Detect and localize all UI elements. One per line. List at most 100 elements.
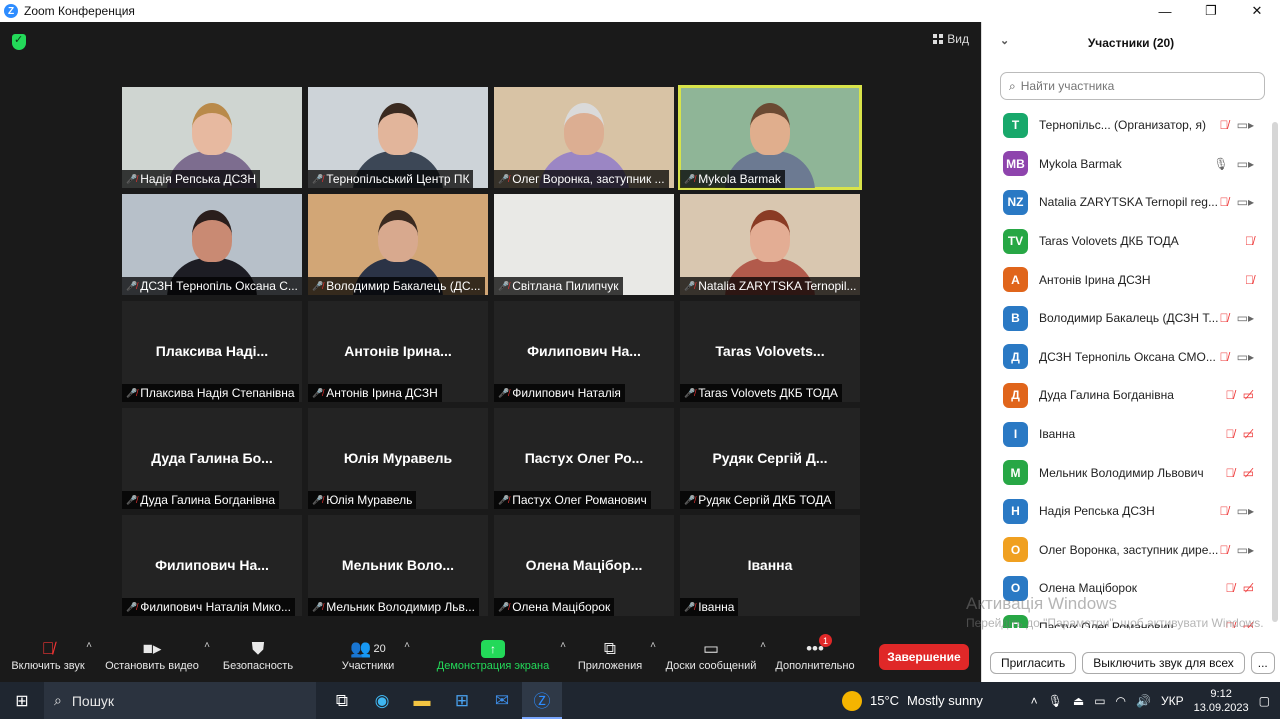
stop-video-button[interactable]: ■▸ Остановить видео ˄ (96, 632, 210, 682)
video-tile[interactable]: Іванна 🎤̸ Іванна (680, 515, 860, 616)
participant-name: Дуда Галина Богданівна (1039, 388, 1174, 403)
windows-start-icon[interactable]: ⊞ (0, 682, 44, 719)
weather-widget[interactable]: 15°C Mostly sunny (842, 682, 983, 719)
tile-name-text: Филипович Наталія Мико... (140, 600, 291, 614)
minimize-icon[interactable]: — (1142, 0, 1188, 22)
tray-chevron-icon[interactable]: ˄ (1031, 694, 1038, 708)
file-explorer-icon[interactable]: ▬ (402, 682, 442, 719)
participant-status-icons: 🎙̸ ▭▸ (1220, 195, 1254, 209)
participant-row[interactable]: T Тернопільс... (Организатор, я) 🎙̸ ▭▸ (982, 106, 1272, 145)
task-view-icon[interactable]: ⧉ (322, 682, 362, 719)
participant-search[interactable]: ⌕ (1000, 72, 1265, 100)
more-button[interactable]: ••• 1 Дополнительно (760, 632, 870, 682)
participants-count: 20 (373, 643, 386, 655)
tile-center-name: Филипович На... (527, 343, 641, 359)
video-tile[interactable]: Пастух Олег Ро... 🎤̸ Пастух Олег Романович (494, 408, 674, 509)
mail-icon[interactable]: ✉ (482, 682, 522, 719)
video-tile[interactable]: 🎤̸ Олег Воронка, заступник ... (494, 87, 674, 188)
taskbar-search[interactable]: ⌕ Пошук (44, 682, 316, 719)
video-tile[interactable]: 🎤̸ Natalia ZARYTSKA Ternopil... (680, 194, 860, 295)
mic-tray-icon[interactable]: 🎙 (1048, 694, 1063, 708)
usb-icon[interactable]: ⏏ (1073, 694, 1084, 708)
notifications-icon[interactable]: ▢ (1259, 694, 1270, 708)
video-tile[interactable]: 🎤̸ Надія Репська ДСЗН (122, 87, 302, 188)
video-tile[interactable]: Дуда Галина Бо... 🎤̸ Дуда Галина Богданівн… (122, 408, 302, 509)
maximize-icon[interactable]: ❐ (1188, 0, 1234, 22)
audio-options-chevron-icon[interactable]: ˄ (86, 640, 92, 651)
participant-row[interactable]: B Володимир Бакалець (ДСЗН Т... 🎙̸ ▭▸ (982, 299, 1272, 338)
participants-options-chevron-icon[interactable]: ˄ (404, 640, 410, 651)
close-icon[interactable]: ✕ (1234, 0, 1280, 22)
edge-browser-icon[interactable]: ◉ (362, 682, 402, 719)
tile-name-label: 🎤̸ Юлія Муравель (308, 491, 417, 509)
invite-button[interactable]: Пригласить (990, 652, 1077, 674)
view-button[interactable]: Вид (933, 32, 969, 46)
muted-microphone-icon: 🎤̸ (126, 601, 138, 612)
participant-row[interactable]: MB Mykola Barmak 🎙 ▭▸ (982, 145, 1272, 184)
video-tile[interactable]: Taras Volovets... 🎤̸ Taras Volovets ДКБ ТО… (680, 301, 860, 402)
security-button[interactable]: ⛊ Безопасность (208, 632, 308, 682)
clock-time: 9:12 (1210, 687, 1232, 700)
video-tile[interactable]: Мельник Воло... 🎤̸ Мельник Володимир Льв..… (308, 515, 488, 616)
video-tile[interactable]: Рудяк Сергій Д... 🎤̸ Рудяк Сергій ДКБ ТОДА (680, 408, 860, 509)
microphone-muted-icon: 🎙̸ (1225, 427, 1235, 442)
video-tile[interactable]: 🎤̸ Володимир Бакалець (ДС... (308, 194, 488, 295)
video-tile[interactable]: Антонів Ірина... 🎤̸ Антонів Ірина ДСЗН (308, 301, 488, 402)
mute-all-button[interactable]: Выключить звук для всех (1082, 652, 1245, 674)
share-screen-button[interactable]: ↑ Демонстрация экрана ˄ (428, 632, 566, 682)
muted-microphone-icon: 🎤̸ (684, 280, 696, 291)
end-meeting-button[interactable]: Завершение (879, 644, 969, 670)
participant-row[interactable]: О Олег Воронка, заступник дире... 🎙̸ ▭▸ (982, 531, 1272, 570)
collapse-chevron-icon[interactable]: ⌄ (1000, 34, 1009, 47)
participant-video-face (564, 103, 604, 155)
search-icon: ⌕ (54, 692, 62, 708)
participant-row[interactable]: A Антонів Ірина ДСЗН 🎙̸ (982, 260, 1272, 299)
participant-search-input[interactable] (1020, 79, 1241, 93)
video-tile[interactable]: 🎤̸ ДСЗН Тернопіль Оксана С... (122, 194, 302, 295)
video-tile[interactable]: 🎤̸ Тернопільський Центр ПК (308, 87, 488, 188)
participant-row[interactable]: Д ДСЗН Тернопіль Оксана СМО... 🎙̸ ▭▸ (982, 338, 1272, 377)
participant-row[interactable]: І Іванна 🎙̸ ▭̸ (982, 415, 1272, 454)
apps-options-chevron-icon[interactable]: ˄ (650, 640, 656, 651)
video-tile[interactable]: Филипович На... 🎤̸ Филипович Наталія Мико.… (122, 515, 302, 616)
video-tile[interactable]: Плаксива Наді... 🎤̸ Плаксива Надія Степані… (122, 301, 302, 402)
zoom-taskbar-icon[interactable]: Ⓩ (522, 682, 562, 719)
video-tile[interactable]: 🎤̸ Mykola Barmak (678, 85, 862, 190)
participant-name: ДСЗН Тернопіль Оксана СМО... (1039, 349, 1216, 364)
video-gallery: Вид 🎤̸Надія Репська ДСЗН🎤̸Тернопільський… (0, 22, 981, 632)
participants-button[interactable]: 👥 20 Участники ˄ (308, 632, 428, 682)
muted-microphone-icon: 🎤̸ (684, 494, 696, 505)
avatar: І (1003, 421, 1028, 447)
volume-icon[interactable]: 🔊 (1136, 694, 1151, 708)
participant-row[interactable]: Д Дуда Галина Богданівна 🎙̸ ▭̸ (982, 376, 1272, 415)
avatar: MB (1003, 151, 1028, 177)
participant-name: Надія Репська ДСЗН (1039, 504, 1155, 519)
view-button-label: Вид (947, 32, 969, 46)
tile-name-text: Пастух Олег Романович (512, 493, 647, 507)
video-tile[interactable]: 🎤̸ Світлана Пилипчук (494, 194, 674, 295)
participant-row[interactable]: NZ Natalia ZARYTSKA Ternopil reg... 🎙̸ ▭▸ (982, 183, 1272, 222)
video-tile[interactable]: Олена Мацібор... 🎤̸ Олена Маціборок (494, 515, 674, 616)
video-tile[interactable]: Юлія Муравель 🎤̸ Юлія Муравель (308, 408, 488, 509)
tile-name-text: Антонів Ірина ДСЗН (326, 386, 438, 400)
tile-name-text: Плаксива Надія Степанівна (140, 386, 295, 400)
participant-video-face (750, 210, 790, 262)
tile-center-name: Рудяк Сергій Д... (712, 450, 828, 466)
apps-button[interactable]: ⧉ Приложения ˄ (558, 632, 662, 682)
clock[interactable]: 9:12 13.09.2023 (1194, 687, 1249, 715)
participant-list-scrollbar[interactable] (1272, 122, 1278, 622)
participant-row[interactable]: TV Taras Volovets ДКБ ТОДА 🎙̸ (982, 222, 1272, 261)
whiteboards-button[interactable]: ▭ Доски сообщений ˄ (662, 632, 766, 682)
participant-row[interactable]: M Мельник Володимир Львович 🎙̸ ▭̸ (982, 453, 1272, 492)
wifi-icon[interactable]: ◠ (1116, 694, 1126, 708)
muted-microphone-icon: 🎤̸ (312, 173, 324, 184)
language-indicator[interactable]: УКР (1161, 694, 1184, 708)
windows-activation-title: Активація Windows (966, 594, 1117, 613)
network-icon[interactable]: ▭ (1094, 694, 1105, 708)
microsoft-store-icon[interactable]: ⊞ (442, 682, 482, 719)
participant-row[interactable]: Н Надія Репська ДСЗН 🎙̸ ▭▸ (982, 492, 1272, 531)
video-tile[interactable]: Филипович На... 🎤̸ Филипович Наталія (494, 301, 674, 402)
encryption-shield-icon[interactable] (12, 33, 26, 50)
unmute-button[interactable]: 🎙̸ Включить звук ˄ (0, 632, 96, 682)
more-options-button[interactable]: ... (1250, 652, 1275, 674)
